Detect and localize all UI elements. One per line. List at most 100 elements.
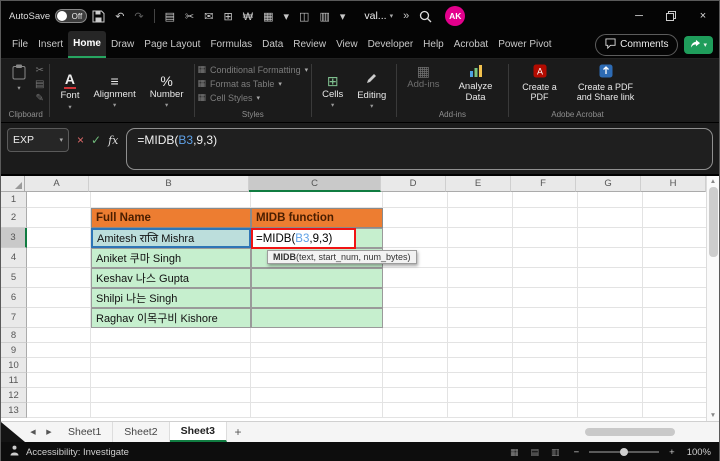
cell-C13[interactable] [251, 403, 383, 418]
row-header-13[interactable]: 13 [1, 403, 27, 418]
formula-input[interactable]: =MIDB(B3,9,3) [126, 128, 713, 170]
undo-icon[interactable]: ↶ [115, 10, 124, 23]
zoom-in-icon[interactable]: + [669, 447, 675, 458]
zoom-out-icon[interactable]: − [574, 447, 580, 458]
menu-tab-power-pivot[interactable]: Power Pivot [493, 31, 556, 58]
search-icon[interactable] [419, 10, 432, 23]
cell-A12[interactable] [27, 388, 91, 403]
conditional-formatting-button[interactable]: ▦ Conditional Formatting ▾ [198, 64, 309, 75]
horizontal-scrollbar[interactable] [475, 422, 705, 442]
cell-F2[interactable] [513, 208, 578, 228]
zoom-level[interactable]: 100% [687, 447, 711, 458]
zoom-slider[interactable] [589, 448, 660, 456]
borders-icon[interactable]: ⊞ [223, 10, 232, 23]
clipboard-icon[interactable]: ▤ [165, 10, 175, 23]
cell-A7[interactable] [27, 308, 91, 328]
menu-tab-view[interactable]: View [331, 31, 363, 58]
cell-F12[interactable] [513, 388, 578, 403]
cell-H7[interactable] [643, 308, 707, 328]
cell-C8[interactable] [251, 328, 383, 343]
column-header-B[interactable]: B [89, 176, 250, 192]
cell-C3[interactable]: =MIDB(B3,9,3) [251, 228, 383, 249]
cancel-icon[interactable]: × [77, 133, 84, 147]
enter-icon[interactable]: ✓ [91, 133, 101, 147]
row-header-2[interactable]: 2 [1, 208, 27, 228]
cell-H6[interactable] [643, 288, 707, 308]
cell-A2[interactable] [27, 208, 91, 228]
page-break-view-icon[interactable]: ▥ [551, 447, 560, 458]
cell-E6[interactable] [448, 288, 513, 308]
cell-G10[interactable] [578, 358, 643, 373]
cell-G2[interactable] [578, 208, 643, 228]
cell-G1[interactable] [578, 192, 643, 208]
cell-B1[interactable] [91, 192, 251, 208]
cell-C6[interactable] [251, 288, 383, 308]
autosave-toggle[interactable]: Off [55, 9, 88, 23]
menu-tab-developer[interactable]: Developer [363, 31, 419, 58]
cell-C7[interactable] [251, 308, 383, 328]
row-header-7[interactable]: 7 [1, 308, 27, 328]
cell-E5[interactable] [448, 268, 513, 288]
cell-A10[interactable] [27, 358, 91, 373]
cell-H8[interactable] [643, 328, 707, 343]
menu-tab-file[interactable]: File [7, 31, 33, 58]
sheet-scroll-right-icon[interactable]: ▶ [41, 422, 57, 442]
cell-E10[interactable] [448, 358, 513, 373]
cell-B3[interactable]: Amitesh राजि Mishra [91, 228, 251, 248]
cell-F4[interactable] [513, 248, 578, 268]
cell-B10[interactable] [91, 358, 251, 373]
select-all-button[interactable] [1, 176, 26, 192]
cell-G13[interactable] [578, 403, 643, 418]
create-pdf-share-button[interactable]: Create a PDF and Share link [568, 61, 644, 106]
cell-G11[interactable] [578, 373, 643, 388]
cell-F11[interactable] [513, 373, 578, 388]
cell-A13[interactable] [27, 403, 91, 418]
copy-icon[interactable]: ▤ [35, 79, 44, 90]
cells-button[interactable]: ⊞ Cells ▾ [315, 61, 350, 122]
dropdown2-icon[interactable]: ▾ [340, 10, 346, 23]
document-name[interactable]: val... ▾ [364, 10, 393, 22]
cell-B13[interactable] [91, 403, 251, 418]
menu-tab-formulas[interactable]: Formulas [205, 31, 257, 58]
cell-H13[interactable] [643, 403, 707, 418]
cell-E4[interactable] [448, 248, 513, 268]
cell-D13[interactable] [383, 403, 448, 418]
scissors-icon[interactable]: ✂ [185, 10, 194, 23]
normal-view-icon[interactable]: ▦ [510, 447, 519, 458]
cell-D10[interactable] [383, 358, 448, 373]
cell-D3[interactable] [383, 228, 448, 248]
menu-tab-draw[interactable]: Draw [106, 31, 139, 58]
menu-tab-data[interactable]: Data [257, 31, 288, 58]
cell-A9[interactable] [27, 343, 91, 358]
cell-H11[interactable] [643, 373, 707, 388]
cell-G7[interactable] [578, 308, 643, 328]
sheet-tab-sheet2[interactable]: Sheet2 [113, 422, 170, 442]
cell-E12[interactable] [448, 388, 513, 403]
cell-G4[interactable] [578, 248, 643, 268]
alignment-button[interactable]: ≡ Alignment ▾ [86, 61, 142, 122]
cell-D2[interactable] [383, 208, 448, 228]
cell-H2[interactable] [643, 208, 707, 228]
menu-tab-review[interactable]: Review [288, 31, 331, 58]
accessibility-status[interactable]: Accessibility: Investigate [26, 447, 129, 458]
cell-E3[interactable] [448, 228, 513, 248]
cell-E8[interactable] [448, 328, 513, 343]
add-sheet-button[interactable]: + [227, 422, 249, 442]
cell-E13[interactable] [448, 403, 513, 418]
create-pdf-button[interactable]: A Create a PDF [512, 61, 568, 106]
rows-icon[interactable]: ▥ [319, 10, 329, 23]
cell-C2[interactable]: MIDB function [251, 208, 383, 228]
cell-D11[interactable] [383, 373, 448, 388]
vertical-scrollbar[interactable]: ▲ ▼ [706, 176, 719, 421]
comments-button[interactable]: Comments [595, 33, 679, 56]
menu-tab-help[interactable]: Help [418, 31, 449, 58]
cell-A1[interactable] [27, 192, 91, 208]
column-header-C[interactable]: C [249, 176, 382, 192]
cell-F13[interactable] [513, 403, 578, 418]
cell-E9[interactable] [448, 343, 513, 358]
cell-B7[interactable]: Raghav 이목구비 Kishore [91, 308, 251, 328]
cell-C9[interactable] [251, 343, 383, 358]
save-icon[interactable] [92, 10, 105, 23]
cell-F3[interactable] [513, 228, 578, 248]
column-header-G[interactable]: G [576, 176, 642, 192]
